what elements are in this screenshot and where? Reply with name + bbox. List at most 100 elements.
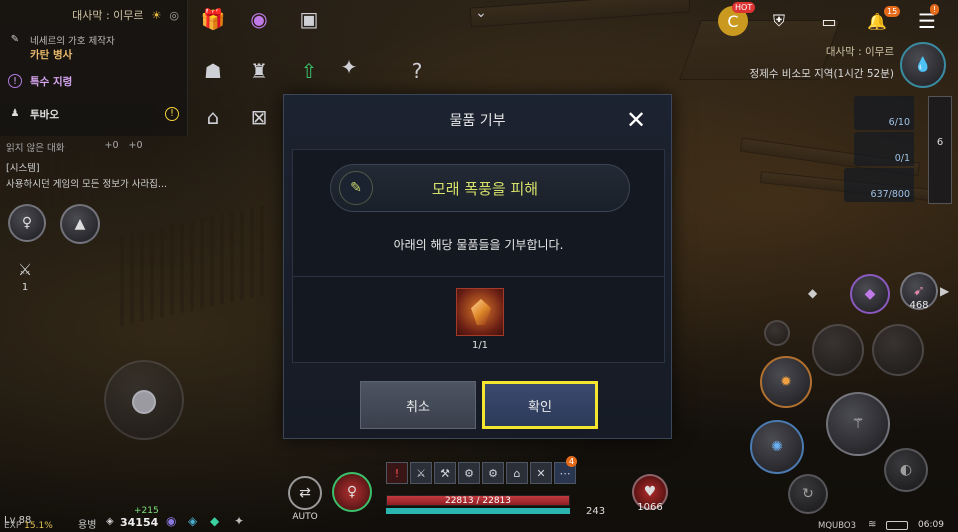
shield-plus-icon[interactable]: ⛨ bbox=[764, 6, 794, 36]
compass-icon[interactable]: ◎ bbox=[169, 9, 179, 22]
potion-stock: 1066 bbox=[637, 502, 663, 513]
silver-gain: +215 bbox=[134, 506, 159, 516]
potion-count: 243 bbox=[586, 506, 606, 517]
quick-slot-4[interactable]: ⚙ bbox=[482, 462, 504, 484]
close-icon[interactable]: ✕ bbox=[623, 107, 649, 133]
device-name: MQUBO3 bbox=[818, 521, 857, 531]
weather-icon: ☀ bbox=[151, 8, 162, 22]
notice-count-badge: 15 bbox=[884, 6, 901, 17]
skill-page-arrow-icon[interactable]: ▶ bbox=[940, 284, 949, 298]
silver-amount: 34154 bbox=[120, 516, 159, 529]
quest-item-main[interactable]: ✎ 네세르의 가호 제작자 카탄 병사 bbox=[0, 30, 187, 65]
skill-fire-icon[interactable]: ✹ bbox=[760, 356, 812, 408]
exp-value: 15.1% bbox=[24, 521, 53, 531]
house-icon[interactable]: ⌂ bbox=[200, 104, 226, 130]
hp-bar: 22813 / 22813 bbox=[386, 495, 570, 506]
quest-tracker-tab[interactable]: 6 bbox=[928, 96, 952, 204]
system-message: 사용하시던 게임의 모든 정보가 사라집... bbox=[6, 179, 167, 190]
clock: 06:09 bbox=[918, 520, 944, 530]
mp-fill bbox=[386, 508, 570, 514]
quest-item-special[interactable]: ! 특수 지령 bbox=[0, 71, 187, 92]
water-drop-icon[interactable]: 💧 bbox=[900, 42, 946, 88]
region-label: 대사막 : 이무르 bbox=[825, 46, 894, 58]
region-title: 대사막 : 이무르 bbox=[72, 9, 144, 22]
side-slot-3[interactable]: 637/800 bbox=[844, 168, 914, 202]
side-slot-1-value: 6/10 bbox=[888, 117, 910, 128]
divider bbox=[293, 276, 664, 277]
mp-bar bbox=[386, 508, 570, 514]
profile-card-icon[interactable]: ▣ bbox=[296, 6, 322, 32]
cancel-button[interactable]: 취소 bbox=[360, 381, 476, 429]
quest-title-special: 특수 지령 bbox=[30, 76, 73, 88]
donate-modal: 물품 기부 ✕ ✎ 모래 폭풍을 피해 아래의 해당 물품들을 기부합니다. 1… bbox=[283, 94, 672, 439]
dodge-button[interactable]: ◐ bbox=[884, 448, 928, 492]
battery-icon bbox=[886, 521, 908, 530]
mercenary-label: 용병 bbox=[78, 520, 97, 531]
alert-icon: ! bbox=[165, 107, 179, 121]
crossed-swords-icon[interactable]: ⚔ bbox=[10, 260, 40, 279]
unread-chat-label: 읽지 않은 대화 bbox=[6, 143, 65, 154]
quest-up-icon[interactable]: ⇧ bbox=[296, 58, 322, 84]
gift-icon[interactable]: 🎁 bbox=[200, 6, 226, 32]
exp-display: EXP 15.1% bbox=[4, 521, 53, 531]
joystick-thumb[interactable] bbox=[132, 390, 156, 414]
castle-icon[interactable]: ♜ bbox=[246, 58, 272, 84]
quest-title: 카탄 병사 bbox=[30, 49, 73, 61]
buff-icon-2: ◈ bbox=[188, 514, 198, 528]
donation-item-slot[interactable] bbox=[456, 288, 504, 336]
exp-label: EXP bbox=[4, 521, 22, 531]
quest-scroll-icon: ✎ bbox=[10, 34, 20, 45]
attack-button[interactable]: ⚚ bbox=[826, 392, 890, 456]
quest-item-tubao[interactable]: ♟ 투바오 ! bbox=[0, 104, 187, 125]
side-slot-2[interactable]: 0/1 bbox=[854, 132, 914, 166]
buff-icon-1: ◉ bbox=[166, 514, 177, 528]
inventory-icon[interactable]: ▭ bbox=[814, 6, 844, 36]
skill-purple-icon[interactable]: ◆ bbox=[850, 274, 890, 314]
quest-tracker-count: 6 bbox=[936, 137, 944, 148]
chat-count: +0 bbox=[128, 140, 143, 151]
special-order-icon: ! bbox=[8, 74, 22, 88]
swap-button[interactable]: ↻ bbox=[788, 474, 828, 514]
party-portrait-1[interactable]: ♀ bbox=[8, 204, 46, 242]
crafting-icon[interactable]: ⊠ bbox=[246, 104, 272, 130]
wifi-icon: ≋ bbox=[868, 519, 877, 530]
skill-ice-icon[interactable]: ✺ bbox=[750, 420, 804, 474]
skill-empty-2[interactable] bbox=[812, 324, 864, 376]
quest-scroll-icon: ✎ bbox=[339, 171, 373, 205]
modal-content-box: ✎ 모래 폭풍을 피해 아래의 해당 물품들을 기부합니다. 1/1 bbox=[292, 149, 665, 363]
system-tag: [시스템] bbox=[6, 163, 40, 174]
quick-slot-5[interactable]: ⌂ bbox=[506, 462, 528, 484]
map-marker-icon[interactable]: ? bbox=[404, 58, 430, 84]
item-count: 1/1 bbox=[471, 340, 489, 351]
auto-button[interactable]: ⇄ bbox=[288, 476, 322, 510]
shield-count: +0 bbox=[104, 140, 119, 151]
donate-description: 아래의 해당 물품들을 기부합니다. bbox=[393, 238, 564, 252]
guild-emblem-icon[interactable]: ◉ bbox=[246, 6, 272, 32]
person-icon: ♟ bbox=[10, 108, 20, 119]
demon-mask-icon[interactable]: ☗ bbox=[200, 58, 226, 84]
confirm-button[interactable]: 확인 bbox=[482, 381, 598, 429]
slot-badge: 4 bbox=[566, 456, 578, 467]
zone-status: 정제수 비소모 지역(1시간 52분) bbox=[749, 68, 894, 80]
side-slot-3-value: 637/800 bbox=[870, 189, 910, 200]
quest-subtitle: 네세르의 가호 제작자 bbox=[30, 36, 115, 47]
side-slot-1[interactable]: 6/10 bbox=[854, 96, 914, 130]
quest-panel: 대사막 : 이무르 ☀ ◎ ✎ 네세르의 가호 제작자 카탄 병사 ! 특수 지… bbox=[0, 0, 188, 136]
menu-alert-badge: ! bbox=[930, 4, 940, 15]
skill-empty-3[interactable] bbox=[872, 324, 924, 376]
quick-slot-2[interactable]: ⚒ bbox=[434, 462, 456, 484]
quick-slot-3[interactable]: ⚙ bbox=[458, 462, 480, 484]
character-portrait[interactable]: ♀ bbox=[332, 472, 372, 512]
collapse-chevron-icon[interactable]: ⌄ bbox=[468, 0, 494, 26]
waypoint-icon[interactable]: ✦ bbox=[336, 54, 362, 80]
party-portrait-2[interactable]: ▲ bbox=[60, 204, 100, 244]
quick-slot-6[interactable]: ✕ bbox=[530, 462, 552, 484]
hp-text: 22813 / 22813 bbox=[444, 496, 511, 506]
quick-slot-1[interactable]: ⚔ bbox=[410, 462, 432, 484]
chat-panel[interactable]: 읽지 않은 대화 +0 +0 [시스템] 사용하시던 게임의 모든 정보가 사라… bbox=[6, 140, 196, 190]
quest-title-tubao: 투바오 bbox=[30, 109, 59, 121]
skill-empty-1[interactable] bbox=[764, 320, 790, 346]
warning-slot-icon[interactable]: ! bbox=[386, 462, 408, 484]
silver-icon: ◈ bbox=[106, 516, 114, 527]
quest-name: 모래 폭풍을 피해 bbox=[431, 179, 539, 198]
